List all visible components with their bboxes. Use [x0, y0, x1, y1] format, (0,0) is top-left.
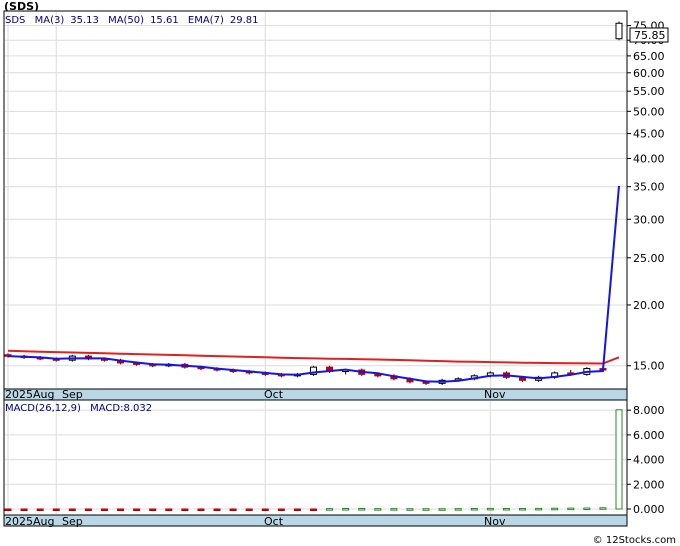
price-y-tick-label: 20.00: [633, 299, 665, 312]
macd-bar: [117, 508, 125, 511]
x-tick-label: Sep: [62, 388, 83, 401]
x-tick-label: Oct: [264, 515, 284, 528]
macd-bar: [213, 508, 221, 511]
x-tick-label: Sep: [62, 515, 83, 528]
price-panel: [3, 10, 628, 390]
macd-bar: [84, 508, 92, 511]
macd-bar: [310, 508, 317, 511]
macd-bar: [486, 507, 494, 511]
macd-bar: [615, 409, 623, 510]
macd-bar: [20, 508, 28, 511]
macd-bar: [583, 507, 591, 511]
price-y-tick-label: 45.00: [633, 128, 665, 141]
macd-bar: [133, 508, 141, 511]
macd-y-tick-label: 6.000: [633, 429, 665, 442]
price-y-tick-label: 65.00: [633, 50, 665, 63]
chart-canvas: 15.00 20.00 25.00 30.00 35.00 40.00 45.00 50.00…: [3, 10, 669, 528]
macd-bar: [535, 507, 543, 511]
macd-bar: [422, 508, 430, 511]
price-y-tick-label: 15.00: [633, 360, 665, 373]
last-price-value: 75.85: [634, 29, 666, 42]
macd-bar: [551, 507, 559, 511]
macd-bar: [261, 508, 269, 511]
macd-bar: [454, 508, 462, 511]
last-price-tag: 75.85: [629, 27, 669, 43]
legend-ma50-label: MA(50): [108, 15, 145, 26]
macd-value-label: MACD:8.032: [90, 403, 153, 414]
macd-bar: [68, 508, 76, 511]
price-y-tick-label: 25.00: [633, 252, 665, 265]
macd-y-tick-label: 4.000: [633, 454, 665, 467]
macd-legend: MACD(26,12,9) MACD:8.032: [5, 403, 158, 414]
macd-bar: [438, 508, 446, 511]
macd-bar: [390, 508, 398, 511]
macd-y-axis: 0.000 2.000 4.000 6.000 8.000: [627, 404, 665, 516]
indicator-legend: SDS MA(3) 35.13 MA(50) 15.61 EMA(7) 29.81: [5, 15, 264, 26]
macd-bar: [52, 508, 60, 511]
macd-bar: [519, 508, 527, 511]
price-y-tick-label: 40.00: [633, 152, 665, 165]
legend-ema7-value: 29.81: [229, 15, 259, 26]
x-tick-label: 2025Aug: [5, 388, 54, 401]
macd-bar: [342, 508, 350, 511]
macd-bar: [374, 508, 382, 511]
macd-bar: [36, 508, 44, 511]
legend-ma3-value: 35.13: [70, 15, 99, 26]
credit-text: © 12Stocks.com: [592, 535, 676, 546]
legend-ma50-value: 15.61: [150, 15, 179, 26]
x-tick-label: Nov: [484, 515, 506, 528]
macd-panel: [3, 399, 628, 516]
x-tick-label: Oct: [264, 388, 284, 401]
price-y-tick-label: 60.00: [633, 67, 665, 80]
x-tick-label: Nov: [484, 388, 506, 401]
macd-y-tick-label: 2.000: [633, 478, 665, 491]
macd-bar: [502, 508, 510, 511]
price-y-tick-label: 55.00: [633, 85, 665, 98]
legend-ema7-label: EMA(7): [187, 15, 224, 26]
x-tick-label: 2025Aug: [5, 515, 54, 528]
macd-bar: [197, 508, 205, 511]
macd-bar: [599, 507, 607, 510]
macd-bar: [277, 508, 285, 511]
macd-bar: [229, 508, 237, 511]
macd-bar: [149, 508, 157, 511]
macd-y-tick-label: 0.000: [633, 503, 665, 516]
macd-bar: [406, 508, 414, 511]
macd-bar: [4, 508, 12, 511]
macd-bar: [293, 508, 301, 511]
price-y-tick-label: 35.00: [633, 181, 665, 194]
macd-bar: [100, 508, 108, 511]
macd-bar: [165, 508, 173, 511]
macd-bar: [567, 507, 575, 511]
legend-ma3-label: MA(3): [34, 15, 65, 26]
price-axis-band: [3, 388, 628, 401]
macd-bar: [326, 508, 334, 511]
macd-bar: [181, 508, 189, 511]
macd-y-tick-label: 8.000: [633, 404, 665, 417]
macd-axis-band: [3, 514, 628, 527]
candle-body: [615, 22, 623, 40]
macd-bar: [470, 508, 478, 511]
price-y-tick-label: 30.00: [633, 213, 665, 226]
price-y-tick-label: 50.00: [633, 105, 665, 118]
macd-params-label: MACD(26,12,9): [5, 403, 81, 414]
price-y-axis: 15.00 20.00 25.00 30.00 35.00 40.00 45.00 50.00…: [627, 20, 665, 373]
legend-symbol: SDS: [5, 15, 26, 26]
macd-bar: [358, 508, 366, 511]
macd-bar: [245, 508, 253, 511]
